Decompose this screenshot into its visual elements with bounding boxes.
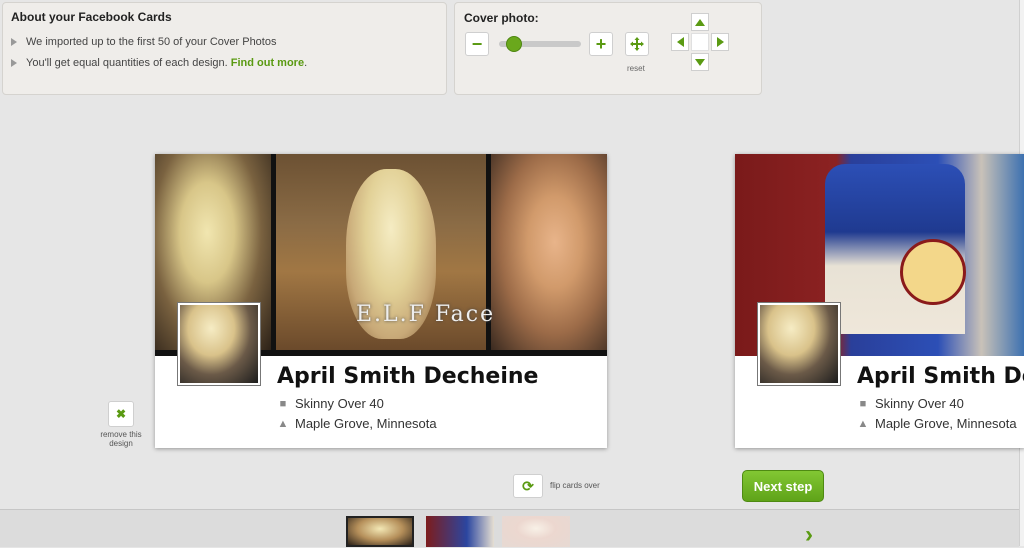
remove-design-button[interactable]: ✖ xyxy=(108,401,134,427)
home-icon: ▲ xyxy=(857,417,869,430)
zoom-slider-handle[interactable] xyxy=(505,36,522,52)
zoom-in-button[interactable]: + xyxy=(589,32,613,56)
reset-button[interactable] xyxy=(625,32,649,56)
card-next-location: ▲ Maple Grove, Minnesota xyxy=(857,416,1017,431)
profile-picture-next xyxy=(757,302,841,386)
cover-photo-panel-right xyxy=(491,154,607,350)
card-work: ■ Skinny Over 40 xyxy=(277,396,384,411)
arrow-down-icon xyxy=(695,58,705,66)
remove-design-label: remove this design xyxy=(100,430,142,448)
card-next-work-text: Skinny Over 40 xyxy=(875,396,964,411)
briefcase-icon: ■ xyxy=(279,397,287,410)
x-icon: ✖ xyxy=(115,407,127,421)
move-left-button[interactable] xyxy=(671,33,689,51)
zoom-out-button[interactable]: − xyxy=(465,32,489,56)
flip-cards-button[interactable]: ⟳ xyxy=(513,474,543,498)
home-icon: ▲ xyxy=(277,417,289,430)
cover-photo-caption: E.L.F Face xyxy=(356,302,496,327)
info-title: About your Facebook Cards xyxy=(11,10,172,24)
profile-picture xyxy=(177,302,261,386)
card-preview-next[interactable]: April Smith Decheine ■ Skinny Over 40 ▲ … xyxy=(735,154,1024,448)
card-location-text: Maple Grove, Minnesota xyxy=(295,416,437,431)
card-work-text: Skinny Over 40 xyxy=(295,396,384,411)
card-preview-main: E.L.F Face April Smith Decheine ■ Skinny… xyxy=(155,154,607,448)
profile-picture-image xyxy=(180,305,258,383)
design-filmstrip xyxy=(0,509,1019,547)
card-name: April Smith Decheine xyxy=(277,364,539,389)
card-next-work: ■ Skinny Over 40 xyxy=(857,396,964,411)
dpad-center xyxy=(691,33,709,51)
cover-photo-panel: Cover photo: − + reset xyxy=(454,2,762,95)
info-bullet-1: We imported up to the first 50 of your C… xyxy=(11,36,438,48)
design-thumbnail-1[interactable] xyxy=(346,516,414,547)
reset-label: reset xyxy=(627,64,645,73)
briefcase-icon: ■ xyxy=(859,397,867,410)
arrow-right-icon xyxy=(716,37,724,47)
beer-badge-image xyxy=(900,239,966,305)
info-panel: About your Facebook Cards We imported up… xyxy=(2,2,447,95)
cover-photo-label: Cover photo: xyxy=(464,11,539,25)
chevron-right-icon[interactable]: › xyxy=(805,523,813,547)
find-out-more-link[interactable]: Find out more xyxy=(231,57,304,69)
bullet-arrow-icon xyxy=(11,38,17,46)
info-bullet-2: You'll get equal quantities of each desi… xyxy=(11,57,438,69)
move-up-button[interactable] xyxy=(691,13,709,31)
flip-cards-label: flip cards over xyxy=(550,481,600,490)
card-next-name: April Smith Decheine xyxy=(857,364,1024,389)
info-line-2-suffix: . xyxy=(304,57,308,69)
info-line-2-prefix: You'll get equal quantities of each desi… xyxy=(26,57,228,69)
move-down-button[interactable] xyxy=(691,53,709,71)
arrow-up-icon xyxy=(695,18,705,26)
design-thumbnail-3[interactable] xyxy=(502,516,570,547)
bullet-arrow-icon xyxy=(11,59,17,67)
rotate-icon: ⟳ xyxy=(522,477,534,494)
info-line-1: We imported up to the first 50 of your C… xyxy=(26,36,277,48)
move-right-button[interactable] xyxy=(711,33,729,51)
next-step-button[interactable]: Next step xyxy=(742,470,824,502)
profile-picture-next-image xyxy=(760,305,838,383)
arrow-left-icon xyxy=(676,37,684,47)
card-next-location-text: Maple Grove, Minnesota xyxy=(875,416,1017,431)
move-arrows-icon xyxy=(630,37,644,51)
card-location: ▲ Maple Grove, Minnesota xyxy=(277,416,437,431)
design-thumbnail-2[interactable] xyxy=(426,516,494,547)
